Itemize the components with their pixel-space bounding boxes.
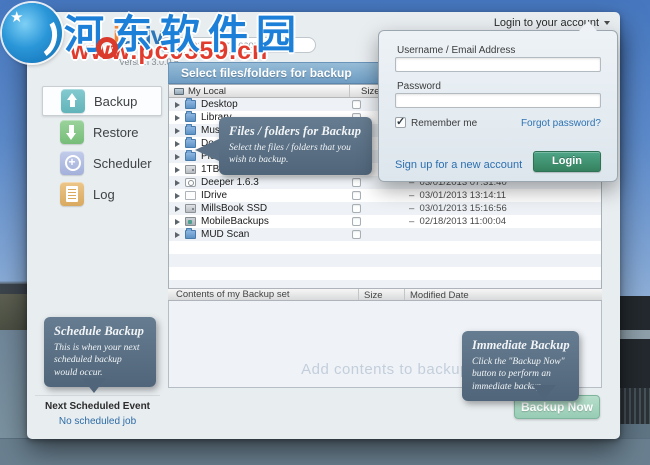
- scheduler-clock-icon: [60, 151, 84, 175]
- disclosure-triangle-icon[interactable]: [175, 101, 180, 108]
- remember-me-checkbox[interactable]: [395, 115, 406, 128]
- disclosure-triangle-icon[interactable]: [175, 231, 180, 238]
- files-folders-tooltip: Files / folders for Backup Select the fi…: [195, 117, 372, 175]
- application-icon: [185, 178, 196, 187]
- tree-row-label: Deeper 1.6.3: [201, 177, 259, 188]
- login-button[interactable]: Login: [533, 151, 601, 172]
- tree-row[interactable]: MillsBook SSD – 03/01/2013 15:16:56: [169, 202, 601, 215]
- shoreline: [0, 294, 30, 334]
- drive-icon: [185, 165, 196, 174]
- chevron-down-icon: [604, 21, 610, 26]
- sidebar-item-label: Log: [93, 186, 115, 202]
- tree-root-label: My Local: [188, 85, 227, 97]
- drive-icon: [185, 204, 196, 213]
- tree-row-label: MobileBackups: [201, 216, 269, 227]
- username-label: Username / Email Address: [397, 45, 516, 56]
- tooltip-body: Select the files / folders that you wish…: [229, 143, 351, 166]
- pier-sign: [616, 330, 650, 339]
- remember-me-label: Remember me: [411, 118, 478, 129]
- restore-arrow-down-icon: [60, 120, 84, 144]
- no-scheduled-job-link[interactable]: No scheduled job: [27, 416, 168, 427]
- bay-bridge-cables: [0, 276, 30, 284]
- disclosure-triangle-icon[interactable]: [175, 127, 180, 134]
- tooltip-body: This is when your next scheduled backup …: [54, 343, 140, 378]
- pier-posts: [616, 388, 650, 426]
- immediate-backup-tooltip: Immediate Backup Click the "Backup Now" …: [462, 331, 579, 402]
- backup-set-header: Contents of my Backup set Size Modified …: [168, 288, 602, 301]
- tooltip-arrow: [532, 385, 556, 400]
- backup-disk-icon: [185, 217, 196, 226]
- sidebar-item-label: Scheduler: [93, 155, 152, 171]
- size-column-header[interactable]: Size: [361, 86, 379, 97]
- row-checkbox[interactable]: [352, 178, 361, 187]
- folder-icon: [185, 124, 196, 135]
- tooltip-title: Schedule Backup: [54, 324, 144, 338]
- signup-link[interactable]: Sign up for a new account: [395, 159, 522, 171]
- row-checkbox[interactable]: [352, 217, 361, 226]
- row-modified-date: – 03/01/2013 13:14:11: [409, 190, 507, 201]
- row-checkbox[interactable]: [352, 230, 361, 239]
- sidebar-divider: [35, 395, 160, 396]
- row-checkbox[interactable]: [352, 204, 361, 213]
- modified-column-header[interactable]: Modified Date: [410, 290, 469, 301]
- sidebar-item-label: Backup: [94, 93, 138, 109]
- desktop-background: Login to your account iDrive® Version 3.…: [0, 0, 650, 465]
- watermark-ring-icon: [96, 37, 118, 59]
- login-popover: Username / Email Address Password Rememb…: [378, 21, 618, 182]
- sidebar-item[interactable]: Scheduler: [42, 148, 162, 178]
- folder-icon: [185, 111, 196, 122]
- disclosure-triangle-icon[interactable]: [175, 140, 180, 147]
- folder-icon: [185, 98, 196, 109]
- sidebar-item[interactable]: Restore: [42, 117, 162, 147]
- watermark-badge-icon: [2, 3, 62, 63]
- disclosure-triangle-icon[interactable]: [175, 192, 180, 199]
- water: [0, 438, 650, 465]
- backup-set-title: Contents of my Backup set: [176, 289, 290, 300]
- disclosure-triangle-icon[interactable]: [175, 166, 180, 173]
- tree-row[interactable]: IDrive – 03/01/2013 13:14:11: [169, 189, 601, 202]
- sidebar-item[interactable]: Log: [42, 179, 162, 209]
- log-document-icon: [60, 182, 84, 206]
- tree-row-label: 1TB: [201, 164, 220, 175]
- forgot-password-link[interactable]: Forgot password?: [521, 118, 601, 129]
- popover-arrow: [579, 21, 597, 31]
- disclosure-triangle-icon[interactable]: [175, 179, 180, 186]
- sidebar-item[interactable]: Backup: [42, 86, 162, 116]
- row-modified-date: – 03/01/2013 15:16:56: [409, 203, 507, 214]
- pier-building: [616, 296, 650, 390]
- disclosure-triangle-icon[interactable]: [175, 114, 180, 121]
- row-checkbox[interactable]: [352, 100, 361, 109]
- tooltip-title: Immediate Backup: [472, 338, 570, 352]
- tooltip-arrow: [82, 378, 106, 393]
- tree-row-label: Desktop: [201, 99, 238, 110]
- schedule-backup-tooltip: Schedule Backup This is when your next s…: [44, 317, 156, 388]
- tree-row-label: MillsBook SSD: [201, 203, 268, 214]
- next-scheduled-event-label: Next Scheduled Event: [44, 401, 151, 412]
- size-column-header[interactable]: Size: [364, 290, 382, 301]
- tooltip-arrow: [195, 139, 219, 161]
- tree-row-label: IDrive: [201, 190, 228, 201]
- username-field[interactable]: [395, 57, 601, 72]
- folder-icon: [185, 228, 196, 239]
- sidebar-item-label: Restore: [93, 124, 139, 140]
- row-modified-date: – 02/18/2013 11:00:04: [409, 216, 507, 227]
- tree-row-label: MUD Scan: [201, 229, 250, 240]
- password-label: Password: [397, 81, 441, 92]
- password-field[interactable]: [395, 93, 601, 108]
- backup-arrow-up-icon: [61, 89, 85, 113]
- row-checkbox[interactable]: [352, 191, 361, 200]
- disclosure-triangle-icon[interactable]: [175, 218, 180, 225]
- disclosure-triangle-icon[interactable]: [175, 153, 180, 160]
- tree-row[interactable]: MUD Scan: [169, 228, 601, 241]
- disclosure-triangle-icon[interactable]: [175, 205, 180, 212]
- idrive-disk-icon: [185, 191, 196, 200]
- tooltip-title: Files / folders for Backup: [229, 124, 361, 138]
- computer-icon: [174, 87, 184, 95]
- tree-row[interactable]: MobileBackups – 02/18/2013 11:00:04: [169, 215, 601, 228]
